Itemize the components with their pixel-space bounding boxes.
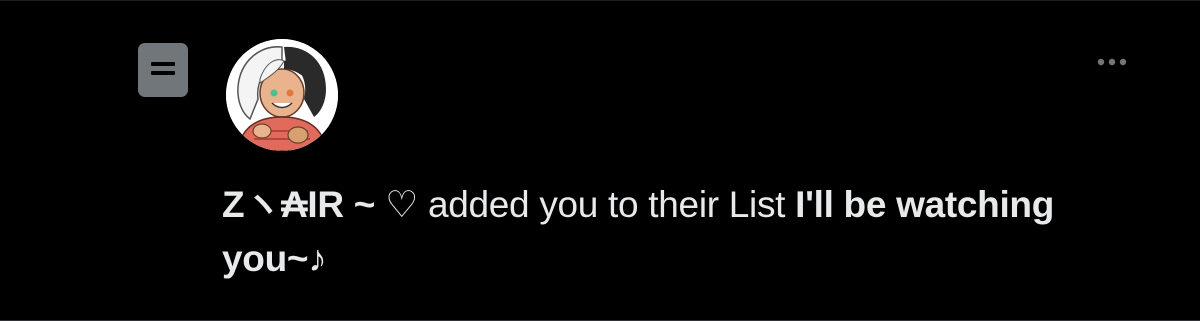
user-name-link[interactable]: Zヽ₳IR ~ ♡ [222,184,418,225]
action-text: added you to their List [417,184,796,225]
more-options-button[interactable] [1092,47,1132,77]
more-horizontal-icon [1097,58,1127,66]
avatar-illustration-icon [226,39,338,151]
list-icon [138,43,188,97]
list-added-notification[interactable]: Zヽ₳IR ~ ♡ added you to their List I'll b… [0,0,1200,321]
notification-message: Zヽ₳IR ~ ♡ added you to their List I'll b… [222,178,1122,286]
avatar[interactable] [226,39,338,151]
